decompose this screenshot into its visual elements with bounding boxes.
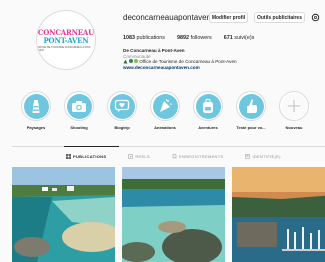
highlight-label: Animations [154,125,176,130]
highlight-label: Shooting [70,125,88,130]
lighthouse-icon [32,100,40,113]
following-stat[interactable]: 671 suivi(e)s [224,35,255,41]
highlight-label: Paysages [26,125,46,130]
thumbs-up-icon [247,99,257,113]
highlight-label: Blogtrip [114,125,130,130]
coast-photo [122,167,225,262]
highlight-label: Nouveau [285,125,303,130]
profile-avatar[interactable]: CONCARNEAU PONT-AVEN OFFICE DE TOURISME … [36,10,96,70]
post-thumbnail-beach[interactable] [12,167,115,262]
camera-icon [72,101,86,112]
emoji-icons [123,59,138,64]
tab-saved[interactable]: ENREGISTREMENTS [172,154,224,159]
story-highlights: Paysages Shooting Blogtrip Animations Av… [21,91,309,130]
tagged-user-icon [245,154,251,159]
publications-stat[interactable]: 1083 publications [123,35,165,41]
tab-reels[interactable]: REELS [128,154,150,159]
edit-profile-button[interactable]: Modifier profil [209,12,248,23]
party-icon [160,99,172,112]
plus-icon [288,100,300,112]
settings-icon[interactable] [311,13,320,22]
bio-website-link[interactable]: www.deconcarneauapontaven.com [123,65,237,71]
reels-icon [128,154,134,159]
tab-tagged[interactable]: IDENTIFIÉ(E) [245,154,280,159]
highlight-blogtrip[interactable]: Blogtrip [107,91,137,130]
triangle-icon [123,59,128,64]
profile-bio: De Concarneau à Pont-Aven Communauté Off… [123,48,237,70]
grid-icon [66,154,71,159]
highlight-aventures[interactable]: Aventures [193,91,223,130]
post-grid [12,167,325,262]
heart-message-icon [114,99,130,112]
active-tab-indicator [64,146,119,147]
leaf-circle-icon [134,59,138,64]
harbor-photo [232,167,325,262]
bookmark-icon [172,154,177,159]
bio-line: Office de Tourisme de Concarneau à Pont-… [123,59,237,65]
post-thumbnail-coast[interactable] [122,167,225,262]
profile-stats: 1083 publications 9892 followers 671 sui… [123,35,254,41]
backpack-icon [203,99,213,113]
highlight-shooting[interactable]: Shooting [64,91,94,130]
post-thumbnail-harbor[interactable] [232,167,325,262]
beach-photo [12,167,115,262]
tabs-divider [12,146,325,147]
ad-tools-button[interactable]: Outils publicitaires [254,12,305,23]
highlight-paysages[interactable]: Paysages [21,91,51,130]
logo-subtitle: OFFICE DE TOURISME CONCARNEAU PONT-AVEN [37,46,91,52]
profile-tabs: PUBLICATIONS REELS ENREGISTREMENTS IDENT… [66,154,303,159]
highlight-label: Aventures [198,125,218,130]
logo-line2: PONT-AVEN [43,36,89,45]
followers-stat[interactable]: 9892 followers [177,35,212,41]
profile-username: deconcarneauapontaven [123,13,212,22]
highlight-teste[interactable]: Testé pour vo... [236,91,266,130]
highlight-animations[interactable]: Animations [150,91,180,130]
highlight-new[interactable]: Nouveau [279,91,309,130]
green-circle-icon [129,59,133,64]
tab-publications[interactable]: PUBLICATIONS [66,154,106,159]
highlight-label: Testé pour vo... [236,125,266,130]
